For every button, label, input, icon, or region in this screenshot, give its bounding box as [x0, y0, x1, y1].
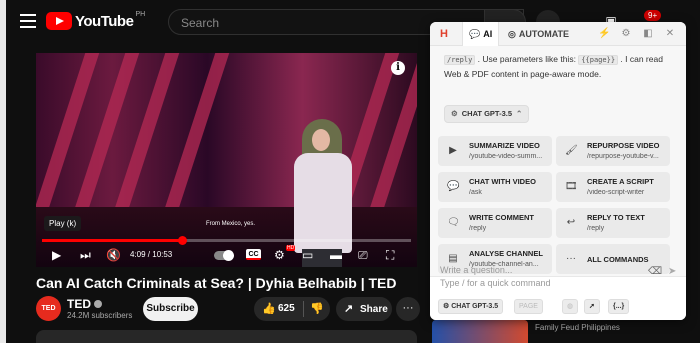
command-chat-with-video[interactable]: 💬 CHAT WITH VIDEO /ask [438, 172, 552, 202]
youtube-play-icon [46, 12, 72, 30]
chat-bubble-icon: 💬 [447, 181, 460, 192]
globe-icon[interactable]: ◍ [562, 299, 579, 314]
progress-bar[interactable] [42, 236, 411, 245]
page-aware-button[interactable]: PAGE [514, 299, 543, 314]
recommended-thumbnail[interactable] [432, 320, 528, 343]
video-title: Can AI Catch Criminals at Sea? | Dyhia B… [36, 275, 397, 291]
description-box[interactable] [36, 330, 417, 343]
autoplay-toggle[interactable] [214, 250, 234, 261]
channel-name[interactable]: TED [67, 297, 102, 311]
like-count[interactable]: 625 [278, 303, 295, 314]
panel-tab-bar: H 💬 AI ◎ AUTOMATE ⚡ ⚙ ◧ ✕ [430, 22, 686, 46]
subscribe-button[interactable]: Subscribe [143, 297, 198, 321]
automate-icon: ◎ [508, 29, 516, 39]
youtube-wordmark: YouTube [75, 12, 134, 30]
subtitles-button[interactable]: CC [246, 249, 261, 260]
time-display: 4:09 / 10:53 [130, 250, 173, 259]
settings-icon[interactable]: ⚙ [274, 248, 285, 262]
openai-icon: ⚙ [451, 109, 458, 118]
command-repurpose-video[interactable]: 🖌 REPURPOSE VIDEO /repurpose-youtube-v..… [556, 136, 670, 166]
sidebar-toggle-icon[interactable]: ◧ [642, 28, 654, 40]
close-icon[interactable]: ✕ [664, 28, 676, 40]
like-dislike-group: 👍 625 👎 [254, 297, 330, 321]
ai-assistant-panel: H 💬 AI ◎ AUTOMATE ⚡ ⚙ ◧ ✕ /reply . Use par… [430, 22, 686, 320]
prompt-input[interactable]: Write a question... Type / for a quick c… [440, 264, 640, 290]
share-button[interactable]: ↗ Share [336, 297, 392, 321]
subscriber-count: 24.2M subscribers [67, 311, 133, 320]
hd-badge: HD [286, 245, 296, 251]
recommended-channel[interactable]: Family Feud Philippines [535, 323, 620, 332]
chevron-icon: ⌃ [516, 109, 523, 118]
command-create-script[interactable]: 🎞 CREATE A SCRIPT /video-script-writer [556, 172, 670, 202]
cast-icon[interactable]: ⎚ [358, 248, 368, 262]
region-code: PH [135, 10, 146, 18]
command-reply-to-text[interactable]: ↩ REPLY TO TEXT /reply [556, 208, 670, 238]
next-icon[interactable]: ⏭ [80, 248, 91, 262]
intro-text: /reply . Use parameters like this: {{pag… [444, 54, 663, 79]
video-icon: ▶ [449, 145, 457, 156]
fullscreen-icon[interactable]: ⛶ [386, 248, 394, 262]
like-icon[interactable]: 👍 [262, 302, 276, 315]
verified-icon [94, 300, 102, 308]
tab-ai[interactable]: 💬 AI [462, 22, 500, 46]
brush-icon: 🖌 [565, 145, 578, 156]
info-icon[interactable]: i [391, 61, 405, 75]
tab-automate[interactable]: ◎ AUTOMATE [508, 22, 569, 46]
gear-icon[interactable]: ⚙ [620, 28, 632, 40]
openai-icon: ⚙ [443, 303, 452, 310]
mute-icon[interactable]: 🔇 [106, 248, 121, 262]
panel-body: /reply . Use parameters like this: {{pag… [430, 46, 686, 276]
menu-icon[interactable] [20, 14, 36, 28]
video-player[interactable]: i From Mexico, yes. Play (k) ▶ ⏭ 🔇 4:09 … [36, 53, 417, 267]
send-icon[interactable]: ➤ [668, 266, 676, 277]
player-controls: ▶ ⏭ 🔇 4:09 / 10:53 CC ⚙ HD ▭ ▬ ⎚ ⛶ [36, 245, 417, 267]
intro-param: {{page}} [578, 55, 619, 65]
harpa-logo-icon[interactable]: H [440, 28, 452, 40]
youtube-logo[interactable]: YouTube PH [46, 10, 146, 30]
command-summarize-video[interactable]: ▶ SUMMARIZE VIDEO /youtube-video-summ... [438, 136, 552, 166]
theater-icon[interactable]: ▬ [330, 248, 342, 262]
miniplayer-icon[interactable]: ▭ [302, 248, 313, 262]
notification-badge: 9+ [644, 10, 662, 21]
film-icon: 🎞 [565, 181, 578, 192]
footer-model-button[interactable]: ⚙ CHAT GPT-3.5 [438, 299, 504, 314]
channel-avatar[interactable]: TED [36, 296, 61, 321]
command-write-comment[interactable]: 🗨 WRITE COMMENT /reply [438, 208, 552, 238]
dislike-icon[interactable]: 👎 [310, 302, 324, 315]
cursor-icon[interactable]: ➚ [584, 299, 600, 314]
play-tooltip: Play (k) [44, 216, 82, 231]
reply-icon: ↩ [566, 217, 576, 228]
chat-icon: 💬 [469, 29, 481, 39]
model-selector[interactable]: ⚙ CHAT GPT-3.5 ⌃ [444, 105, 530, 123]
share-icon: ↗ [344, 303, 354, 315]
lightning-icon[interactable]: ⚡ [598, 28, 610, 40]
intro-command: /reply [444, 55, 476, 65]
comment-icon: 🗨 [447, 217, 460, 228]
eraser-icon[interactable]: ⌫ [648, 266, 662, 277]
prompt-template-button[interactable]: {...} [608, 299, 630, 314]
play-icon[interactable]: ▶ [52, 248, 61, 262]
caption-text: From Mexico, yes. [206, 221, 256, 227]
progress-fill [42, 239, 183, 242]
more-actions-button[interactable]: ··· [396, 297, 420, 321]
